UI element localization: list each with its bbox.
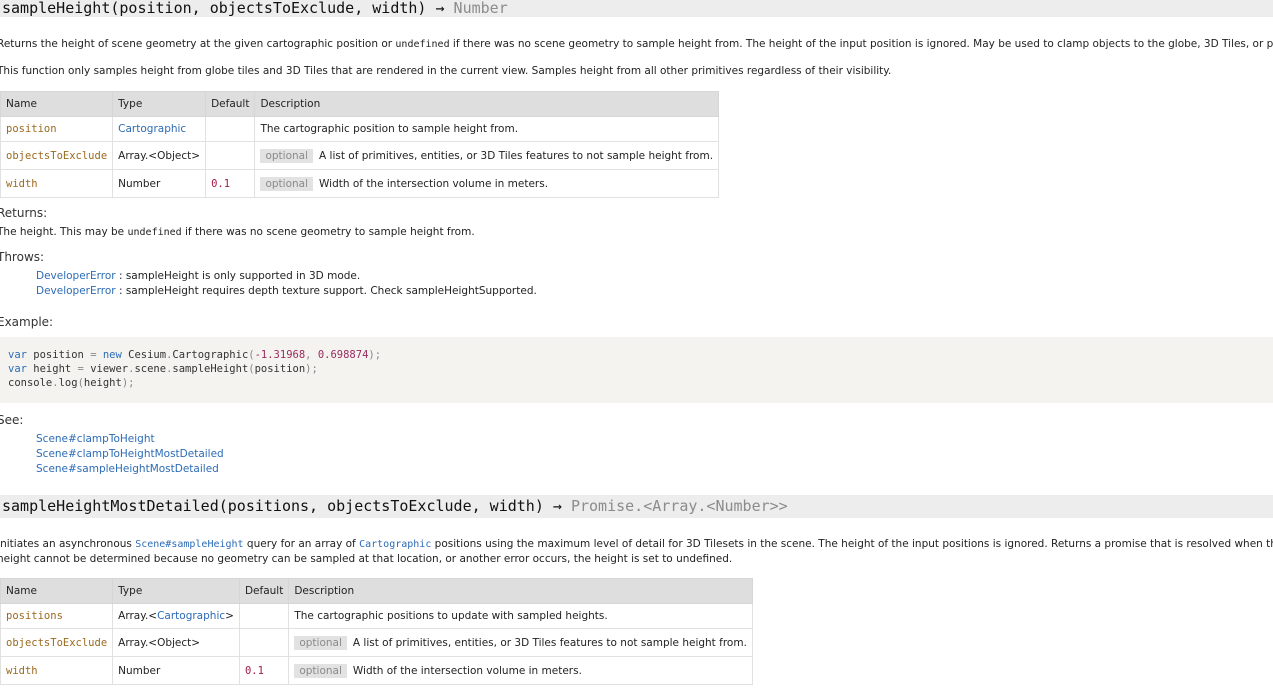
throws-item: DeveloperError : sampleHeight requires d…: [36, 285, 537, 297]
see-link-sampleheightmostdetailed[interactable]: Scene#sampleHeightMostDetailed: [36, 462, 224, 477]
see-link-clamptoheight[interactable]: Scene#clampToHeight: [36, 432, 224, 447]
param-name: objectsToExclude: [0, 141, 114, 170]
return-type: Number: [453, 0, 508, 17]
example-heading: Example:: [0, 315, 54, 329]
developer-error-link[interactable]: DeveloperError: [36, 285, 116, 297]
returns-heading: Returns:: [0, 206, 48, 220]
header-name: Name: [0, 578, 114, 604]
param-description-cell: optional A list of primitives, entities, …: [288, 628, 753, 657]
header-description: Description: [288, 578, 753, 604]
header-default: Default: [205, 91, 256, 117]
scene-sampleheight-link[interactable]: Scene#sampleHeight: [135, 539, 243, 550]
throws-heading: Throws:: [0, 250, 45, 264]
throws-item: DeveloperError : sampleHeight is only su…: [36, 270, 360, 282]
type-link[interactable]: Cartographic: [157, 610, 225, 622]
signature-text: sampleHeightMostDetailed(positions, obje…: [2, 497, 544, 515]
param-type: Number: [112, 656, 240, 685]
method-description-2: This function only samples height from g…: [0, 65, 892, 77]
code-line: console.log(height);: [8, 377, 135, 389]
code-line: var height = viewer.scene.sampleHeight(p…: [8, 363, 318, 375]
desc-text: Initiates an asynchronous: [0, 538, 136, 550]
returns-text: if there was no scene geometry to sample…: [181, 226, 475, 238]
code-line: var position = new Cesium.Cartographic(-…: [8, 349, 382, 361]
return-type: Promise.<Array.<Number>>: [570, 497, 788, 515]
param-description: The cartographic positions to update wit…: [288, 603, 753, 629]
optional-badge: optional: [294, 663, 347, 678]
method-description: Initiates an asynchronous Scene#sampleHe…: [0, 537, 1273, 552]
code-example: var position = new Cesium.Cartographic(-…: [0, 337, 1273, 403]
param-name: width: [0, 169, 114, 198]
developer-error-link[interactable]: DeveloperError: [36, 270, 116, 282]
arrow-icon: →: [426, 0, 454, 17]
returns-description: The height. This may be undefined if the…: [0, 225, 1273, 240]
type-prefix: Array.<: [118, 610, 158, 622]
table-row: positions Array.<Cartographic> The carto…: [0, 603, 753, 629]
see-link-clamptoheightmostdetailed[interactable]: Scene#clampToHeightMostDetailed: [36, 447, 224, 462]
param-default: [205, 141, 256, 170]
method-description-2: height cannot be determined because no g…: [0, 553, 733, 565]
desc-text: query for an array of: [243, 538, 360, 550]
see-heading: See:: [0, 413, 24, 427]
method-signature-sampleheightmostdetailed: sampleHeightMostDetailed(positions, obje…: [0, 495, 1273, 518]
arrow-icon: →: [543, 497, 571, 515]
parameters-table: Name Type Default Description positions …: [0, 578, 753, 685]
param-description: A list of primitives, entities, or 3D Ti…: [352, 636, 747, 649]
optional-badge: optional: [260, 176, 314, 191]
table-header-row: Name Type Default Description: [0, 578, 753, 604]
cartographic-link[interactable]: Cartographic: [359, 539, 431, 550]
header-description: Description: [254, 91, 720, 117]
table-row: position Cartographic The cartographic p…: [0, 116, 720, 142]
header-name: Name: [0, 91, 114, 117]
desc-text: if there was no scene geometry to sample…: [452, 38, 1273, 50]
signature-text: sampleHeight(position, objectsToExclude,…: [2, 0, 427, 17]
parameters-table: Name Type Default Description position C…: [0, 91, 720, 198]
see-links: Scene#clampToHeight Scene#clampToHeightM…: [36, 432, 224, 477]
table-header-row: Name Type Default Description: [0, 91, 720, 117]
param-description: A list of primitives, entities, or 3D Ti…: [319, 149, 714, 162]
type-suffix: >: [225, 610, 234, 622]
param-type: Array.<Object>: [112, 141, 207, 170]
optional-badge: optional: [260, 148, 314, 163]
method-signature-sampleheight: sampleHeight(position, objectsToExclude,…: [0, 0, 1273, 17]
param-type: Array.<Cartographic>: [112, 603, 240, 629]
param-description-cell: optional A list of primitives, entities, …: [254, 141, 720, 170]
param-description: Width of the intersection volume in mete…: [352, 664, 582, 677]
optional-badge: optional: [294, 635, 347, 650]
desc-code: undefined: [395, 39, 450, 50]
param-description-cell: optional Width of the intersection volume…: [254, 169, 720, 198]
param-description: The cartographic position to sample heig…: [254, 116, 720, 142]
throws-text: : sampleHeight is only supported in 3D m…: [115, 270, 361, 282]
param-name: positions: [0, 603, 114, 629]
throws-text: : sampleHeight requires depth texture su…: [115, 285, 537, 297]
type-link[interactable]: Cartographic: [118, 123, 186, 135]
desc-text: Returns the height of scene geometry at …: [0, 38, 396, 50]
param-name: width: [0, 656, 114, 685]
param-name: objectsToExclude: [0, 628, 114, 657]
param-type: Number: [112, 169, 207, 198]
param-default: [238, 603, 290, 629]
header-type: Type: [112, 91, 207, 117]
param-description: Width of the intersection volume in mete…: [319, 177, 549, 190]
table-row: width Number 0.1 optional Width of the in…: [0, 169, 720, 198]
returns-code: undefined: [127, 227, 182, 238]
param-description-cell: optional Width of the intersection volume…: [288, 656, 753, 685]
desc-text: positions using the maximum level of det…: [434, 538, 1273, 550]
param-default: [238, 628, 290, 657]
param-default: [205, 116, 256, 142]
param-default: 0.1: [205, 169, 256, 198]
table-row: objectsToExclude Array.<Object> optional…: [0, 628, 753, 657]
header-type: Type: [112, 578, 240, 604]
param-type: Array.<Object>: [112, 628, 240, 657]
param-default: 0.1: [238, 656, 290, 685]
method-description: Returns the height of scene geometry at …: [0, 37, 1273, 52]
header-default: Default: [238, 578, 290, 604]
returns-text: The height. This may be: [0, 226, 128, 238]
table-row: objectsToExclude Array.<Object> optional…: [0, 141, 720, 170]
table-row: width Number 0.1 optional Width of the in…: [0, 656, 753, 685]
param-name: position: [0, 116, 114, 142]
